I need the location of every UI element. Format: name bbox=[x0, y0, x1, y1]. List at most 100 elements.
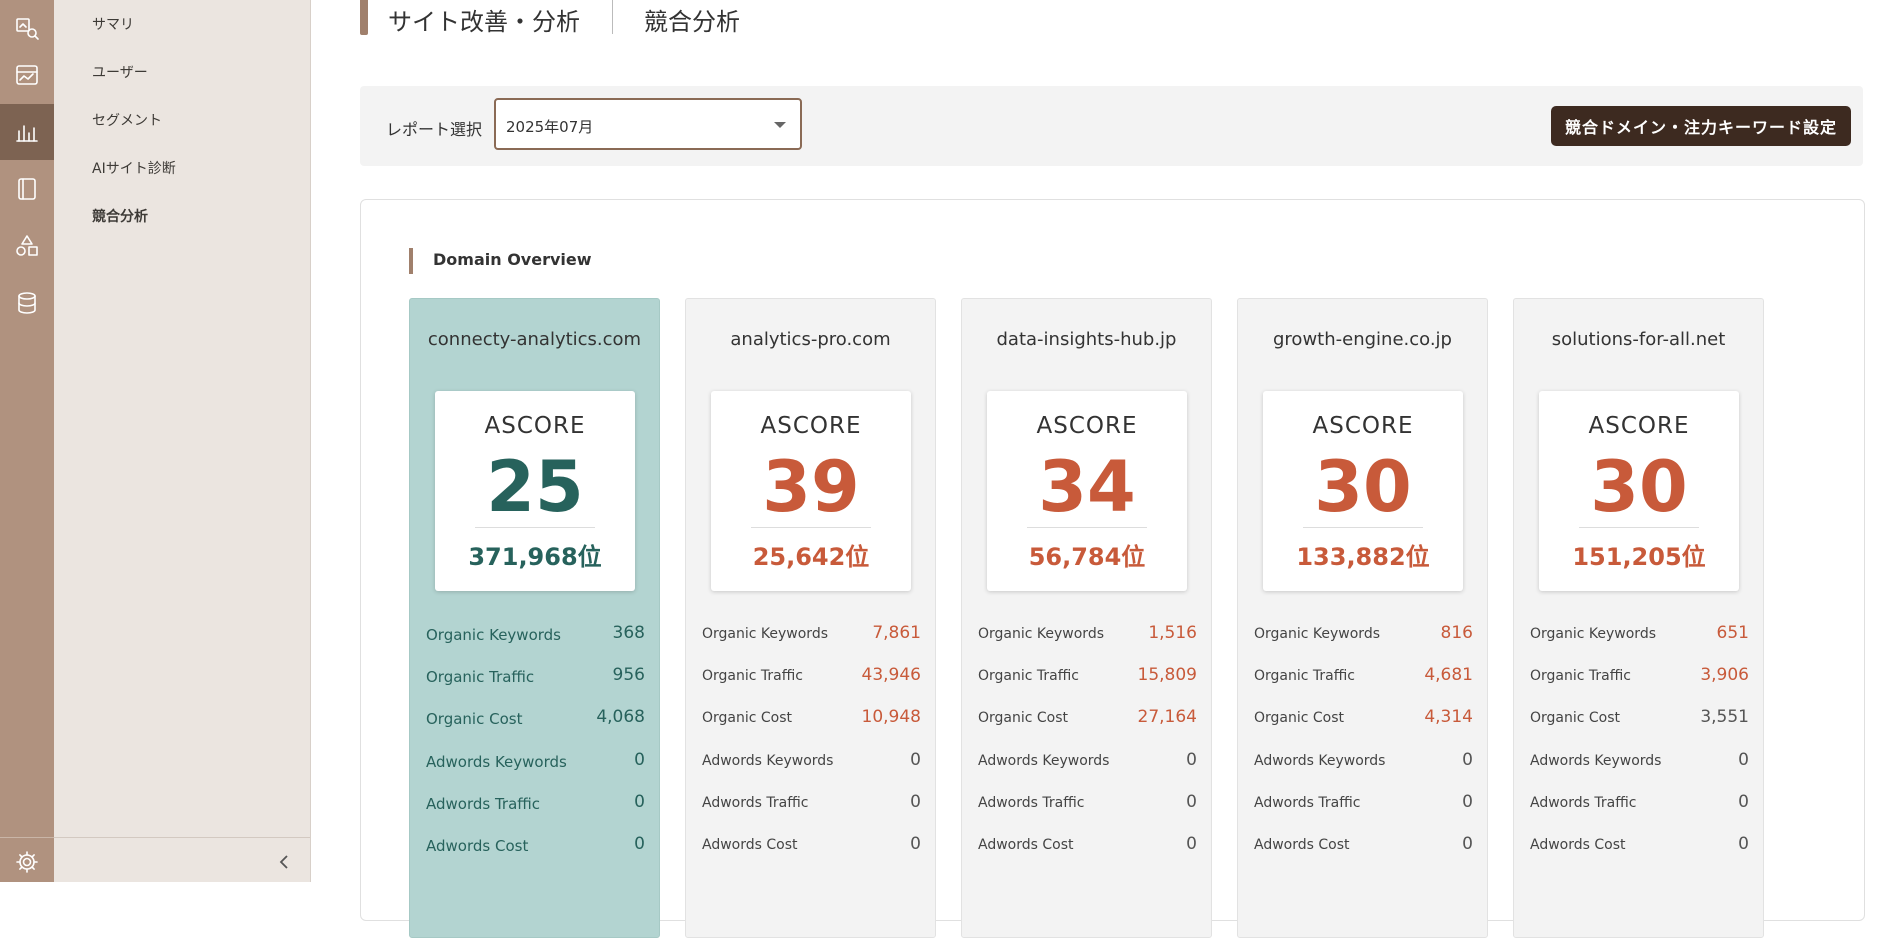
metric-value: 0 bbox=[1462, 792, 1473, 812]
metric-label: Organic Traffic bbox=[1254, 668, 1355, 684]
title-accent bbox=[360, 0, 368, 35]
subnav-item-competitor[interactable]: 競合分析 bbox=[92, 206, 148, 226]
collapse-sidebar-button[interactable] bbox=[272, 850, 296, 874]
metric-row: Organic Cost 3,551 bbox=[1530, 707, 1749, 731]
metric-label: Organic Cost bbox=[1530, 710, 1621, 726]
page-title: サイト改善・分析 bbox=[388, 8, 580, 36]
nav-segments[interactable] bbox=[0, 218, 54, 274]
metric-label: Adwords Cost bbox=[426, 837, 529, 855]
metric-value: 0 bbox=[634, 792, 645, 812]
ascore-box: ASCORE 30 151,205位 bbox=[1539, 391, 1739, 591]
subnav-item-summary[interactable]: サマリ bbox=[92, 14, 134, 34]
metric-label: Organic Cost bbox=[426, 710, 523, 728]
metric-row: Adwords Cost 0 bbox=[978, 834, 1197, 858]
metric-value: 1,516 bbox=[1148, 623, 1197, 643]
domain-card-self: connecty-analytics.com ASCORE 25 371,968位 Or… bbox=[409, 298, 660, 938]
ascore-box: ASCORE 39 25,642位 bbox=[711, 391, 911, 591]
metric-label: Organic Cost bbox=[978, 710, 1069, 726]
metric-row: Organic Keywords 651 bbox=[1530, 623, 1749, 647]
ascore-value: 30 bbox=[1590, 446, 1688, 528]
subnav-item-segments[interactable]: セグメント bbox=[92, 110, 162, 130]
competitor-settings-button[interactable]: 競合ドメイン・注力キーワード設定 bbox=[1550, 106, 1851, 146]
report-select-value: 2025年07月 bbox=[506, 118, 594, 136]
ascore-rank: 151,205位 bbox=[1572, 543, 1706, 571]
chart-window-icon bbox=[16, 65, 38, 85]
metric-row: Adwords Cost 0 bbox=[426, 834, 645, 858]
gear-icon bbox=[16, 851, 38, 873]
metric-label: Adwords Cost bbox=[1530, 837, 1626, 853]
ascore-rank: 25,642位 bbox=[752, 543, 870, 571]
metric-label: Adwords Keywords bbox=[426, 753, 567, 771]
metric-label: Organic Keywords bbox=[702, 626, 828, 642]
metric-value: 27,164 bbox=[1137, 707, 1197, 727]
nav-documents[interactable] bbox=[0, 161, 54, 217]
metric-label: Adwords Keywords bbox=[1254, 753, 1386, 769]
ascore-value: 34 bbox=[1038, 446, 1136, 528]
domain-name: data-insights-hub.jp bbox=[996, 329, 1177, 350]
metric-label: Adwords Traffic bbox=[1530, 795, 1637, 811]
metric-label: Adwords Cost bbox=[1254, 837, 1350, 853]
metric-row: Organic Cost 4,068 bbox=[426, 707, 645, 731]
metric-value: 0 bbox=[634, 834, 645, 854]
metric-label: Adwords Keywords bbox=[1530, 753, 1662, 769]
metric-value: 7,861 bbox=[872, 623, 921, 643]
ascore-box: ASCORE 25 371,968位 bbox=[435, 391, 635, 591]
domain-card-competitor: analytics-pro.com ASCORE 39 25,642位 Organic … bbox=[685, 298, 936, 938]
database-icon bbox=[18, 292, 36, 314]
metric-value: 0 bbox=[1462, 834, 1473, 854]
metric-row: Adwords Traffic 0 bbox=[426, 792, 645, 816]
metric-value: 15,809 bbox=[1137, 665, 1197, 685]
page-subtitle: 競合分析 bbox=[644, 8, 740, 36]
metric-label: Organic Traffic bbox=[702, 668, 803, 684]
nav-database[interactable] bbox=[0, 275, 54, 331]
metric-row: Organic Cost 4,314 bbox=[1254, 707, 1473, 731]
ascore-divider bbox=[1579, 527, 1699, 528]
ascore-value: 30 bbox=[1314, 446, 1412, 528]
domain-card-competitor: solutions-for-all.net ASCORE 30 151,205位 Org… bbox=[1513, 298, 1764, 938]
metric-row: Organic Keywords 1,516 bbox=[978, 623, 1197, 647]
metric-label: Organic Traffic bbox=[1530, 668, 1631, 684]
domain-overview-panel: Domain Overview connecty-analytics.com AS… bbox=[360, 199, 1865, 938]
metric-row: Organic Cost 27,164 bbox=[978, 707, 1197, 731]
metric-value: 0 bbox=[910, 750, 921, 770]
metric-row: Adwords Keywords 0 bbox=[1530, 750, 1749, 774]
metric-row: Adwords Traffic 0 bbox=[702, 792, 921, 816]
metric-value: 368 bbox=[612, 623, 645, 643]
metric-label: Adwords Traffic bbox=[978, 795, 1085, 811]
metric-row: Adwords Keywords 0 bbox=[1254, 750, 1473, 774]
domain-name: connecty-analytics.com bbox=[427, 329, 642, 350]
subnav-item-users[interactable]: ユーザー bbox=[92, 62, 148, 82]
ascore-value: 39 bbox=[762, 446, 860, 528]
metric-label: Organic Cost bbox=[702, 710, 793, 726]
report-select-label: レポート選択 bbox=[386, 120, 483, 139]
metric-row: Organic Traffic 956 bbox=[426, 665, 645, 689]
metric-value: 0 bbox=[1462, 750, 1473, 770]
metric-value: 0 bbox=[910, 792, 921, 812]
subnav-item-ai-diagnosis[interactable]: AIサイト診断 bbox=[92, 158, 176, 178]
metric-row: Adwords Traffic 0 bbox=[1254, 792, 1473, 816]
subnav-divider bbox=[54, 837, 310, 838]
metric-value: 0 bbox=[1186, 834, 1197, 854]
domain-name: solutions-for-all.net bbox=[1551, 329, 1726, 350]
metric-label: Organic Traffic bbox=[426, 668, 535, 686]
icon-rail bbox=[0, 0, 54, 882]
ascore-box: ASCORE 34 56,784位 bbox=[987, 391, 1187, 591]
section-accent bbox=[409, 248, 413, 274]
document-icon bbox=[18, 178, 36, 200]
ascore-label: ASCORE bbox=[484, 413, 586, 439]
metric-row: Organic Keywords 7,861 bbox=[702, 623, 921, 647]
ascore-box: ASCORE 30 133,882位 bbox=[1263, 391, 1463, 591]
metric-label: Organic Keywords bbox=[978, 626, 1104, 642]
nav-dashboard[interactable] bbox=[0, 47, 54, 103]
metric-value: 0 bbox=[634, 750, 645, 770]
ascore-rank: 56,784位 bbox=[1028, 543, 1146, 571]
metric-row: Adwords Keywords 0 bbox=[426, 750, 645, 774]
metric-label: Organic Keywords bbox=[1254, 626, 1380, 642]
report-select[interactable]: 2025年07月 bbox=[494, 98, 802, 150]
metric-value: 0 bbox=[1186, 792, 1197, 812]
nav-reports[interactable] bbox=[0, 104, 54, 160]
metric-value: 651 bbox=[1716, 623, 1749, 643]
metric-value: 0 bbox=[1738, 792, 1749, 812]
metric-label: Adwords Cost bbox=[702, 837, 798, 853]
metric-value: 3,906 bbox=[1700, 665, 1749, 685]
